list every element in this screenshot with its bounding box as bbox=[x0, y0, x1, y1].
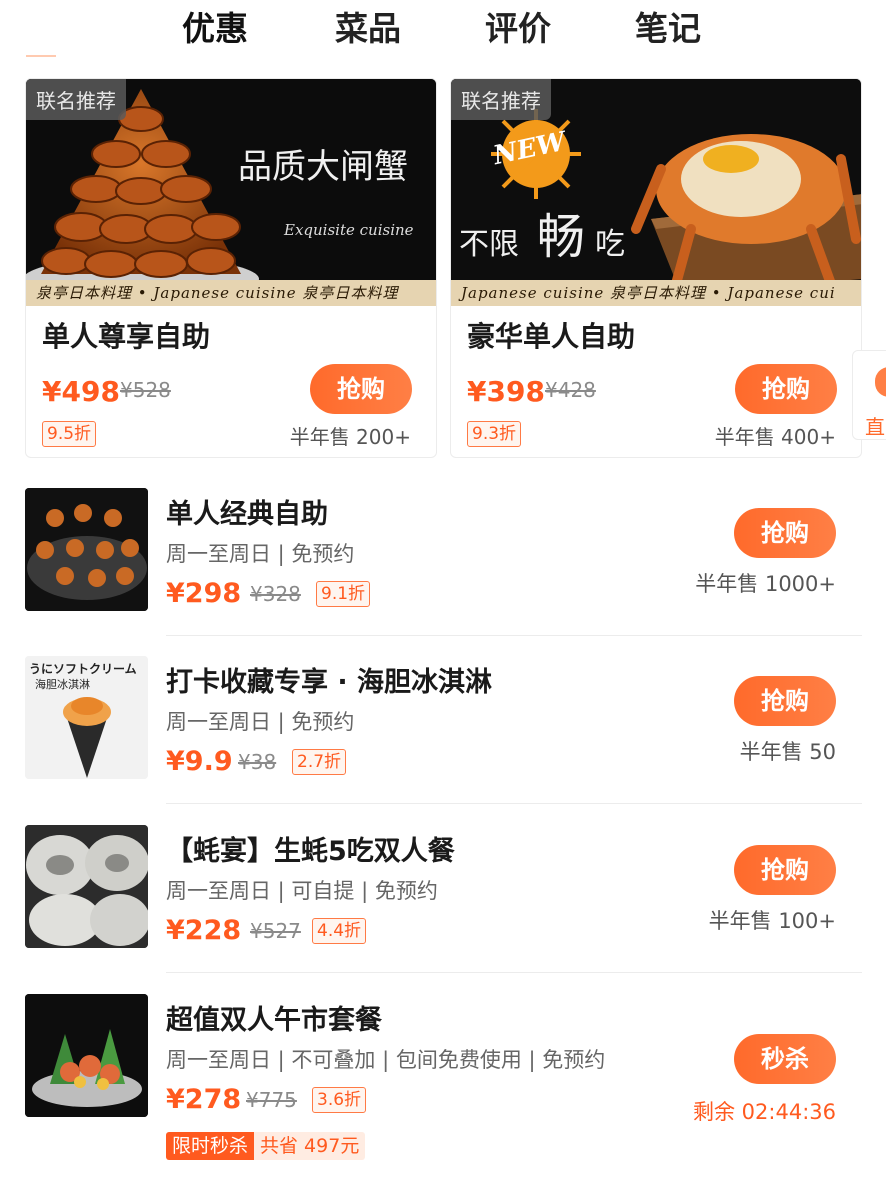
deal-title: 超值双人午市套餐 bbox=[166, 1005, 382, 1036]
sold-count: 半年售 1000+ bbox=[695, 572, 836, 596]
savings-label: 共省 497元 bbox=[254, 1132, 366, 1160]
card-slogan-a: 不限 bbox=[459, 227, 519, 262]
deal-thumbnail bbox=[25, 825, 148, 948]
card-slogan: 品质大闸蟹 bbox=[238, 147, 408, 187]
featured-card-peek[interactable]: 直 bbox=[852, 350, 886, 440]
card-original-price: ¥528 bbox=[120, 378, 171, 402]
deal-original-price: ¥38 bbox=[238, 750, 277, 774]
card-price: ¥398 bbox=[467, 375, 545, 408]
sold-count: 半年售 400+ bbox=[714, 425, 836, 449]
deal-item-sea-urchin-icecream[interactable]: うにソフトクリーム 海胆冰淇淋 打卡收藏专享 · 海胆冰淇淋 周一至周日 | 免… bbox=[0, 648, 886, 816]
deal-price: ¥298 bbox=[166, 578, 242, 609]
deal-price: ¥228 bbox=[166, 915, 242, 946]
card-original-price: ¥428 bbox=[545, 378, 596, 402]
thumb-caption-cn: 海胆冰淇淋 bbox=[35, 678, 90, 691]
tab-dishes[interactable]: 菜品 bbox=[335, 2, 401, 50]
divider bbox=[166, 972, 862, 973]
card-price: ¥498 bbox=[42, 375, 120, 408]
deal-usage-rules: 周一至周日 | 可自提 | 免预约 bbox=[166, 879, 438, 903]
co-brand-badge: 联名推荐 bbox=[26, 79, 126, 120]
tab-bar: 优惠 菜品 评价 笔记 bbox=[0, 0, 886, 60]
discount-badge: 4.4折 bbox=[312, 918, 367, 944]
discount-badge: 9.3折 bbox=[467, 421, 522, 447]
divider bbox=[166, 635, 862, 636]
flash-sale-button[interactable]: 秒杀 bbox=[734, 1034, 836, 1084]
sold-count: 半年售 200+ bbox=[289, 425, 411, 449]
card-slogan-en: Exquisite cuisine bbox=[284, 221, 414, 239]
deal-title: 单人经典自助 bbox=[166, 499, 328, 530]
buy-button[interactable]: 抢购 bbox=[310, 364, 412, 414]
buy-button[interactable]: 抢购 bbox=[734, 508, 836, 558]
deal-item-single-classic[interactable]: 单人经典自助 周一至周日 | 免预约 ¥298 ¥328 9.1折 抢购 半年售… bbox=[0, 480, 886, 648]
deal-thumbnail bbox=[25, 488, 148, 611]
tab-offers[interactable]: 优惠 bbox=[182, 2, 248, 50]
card-slogan-c: 吃 bbox=[595, 227, 625, 262]
co-brand-badge: 联名推荐 bbox=[451, 79, 551, 120]
deal-thumbnail: うにソフトクリーム 海胆冰淇淋 bbox=[25, 656, 148, 779]
peek-button bbox=[875, 367, 886, 397]
sold-count: 半年售 50 bbox=[739, 740, 836, 764]
deal-title: 【蚝宴】生蚝5吃双人餐 bbox=[166, 836, 455, 867]
flash-sale-tag: 限时秒杀 共省 497元 bbox=[166, 1132, 366, 1160]
flash-sale-label: 限时秒杀 bbox=[166, 1132, 255, 1160]
card-title: 单人尊享自助 bbox=[42, 320, 211, 353]
thumb-dark-plate bbox=[25, 488, 148, 611]
card-title: 豪华单人自助 bbox=[467, 320, 636, 353]
deal-thumbnail bbox=[25, 994, 148, 1117]
deal-usage-rules: 周一至周日 | 免预约 bbox=[166, 710, 355, 734]
deal-title: 打卡收藏专享 · 海胆冰淇淋 bbox=[166, 667, 493, 698]
deal-usage-rules: 周一至周日 | 免预约 bbox=[166, 542, 355, 566]
brand-strip: 泉亭日本料理 • Japanese cuisine 泉亭日本料理 bbox=[26, 280, 436, 306]
brand-strip: Japanese cuisine 泉亭日本料理 • Japanese cui bbox=[451, 280, 861, 306]
discount-badge: 2.7折 bbox=[292, 749, 347, 775]
buy-button[interactable]: 抢购 bbox=[734, 676, 836, 726]
buy-button[interactable]: 抢购 bbox=[734, 845, 836, 895]
deal-item-oyster-set[interactable]: 【蚝宴】生蚝5吃双人餐 周一至周日 | 可自提 | 免预约 ¥228 ¥527 … bbox=[0, 817, 886, 985]
featured-card-single-premium[interactable]: 品质大闸蟹 Exquisite cuisine 泉亭日本料理 • Japanes… bbox=[25, 78, 437, 458]
featured-card-deluxe-single[interactable]: NEW 不限 畅 吃 Japanese cuisine 泉亭日本料理 • Jap… bbox=[450, 78, 862, 458]
discount-badge: 9.5折 bbox=[42, 421, 97, 447]
divider bbox=[166, 803, 862, 804]
deal-original-price: ¥527 bbox=[250, 919, 301, 943]
discount-badge: 3.6折 bbox=[312, 1087, 367, 1113]
sold-count: 半年售 100+ bbox=[708, 909, 836, 933]
scroll-mark bbox=[26, 55, 56, 57]
countdown-timer: 剩余 02:44:36 bbox=[693, 1100, 836, 1124]
deal-original-price: ¥328 bbox=[250, 582, 301, 606]
thumb-oysters bbox=[25, 825, 148, 948]
deal-price: ¥9.9 bbox=[166, 746, 233, 777]
thumb-seafood-platter bbox=[25, 994, 148, 1117]
buy-button[interactable]: 抢购 bbox=[735, 364, 837, 414]
card-slogan-b: 畅 bbox=[537, 209, 586, 265]
peek-label: 直 bbox=[865, 415, 885, 439]
tab-notes[interactable]: 笔记 bbox=[635, 2, 701, 50]
tab-reviews[interactable]: 评价 bbox=[485, 2, 551, 50]
discount-badge: 9.1折 bbox=[316, 581, 371, 607]
deal-item-lunch-set[interactable]: 超值双人午市套餐 周一至周日 | 不可叠加 | 包间免费使用 | 免预约 ¥27… bbox=[0, 986, 886, 1181]
deal-usage-rules: 周一至周日 | 不可叠加 | 包间免费使用 | 免预约 bbox=[166, 1048, 606, 1072]
deal-original-price: ¥775 bbox=[246, 1088, 297, 1112]
deal-price: ¥278 bbox=[166, 1084, 242, 1115]
thumb-caption-jp: うにソフトクリーム bbox=[29, 662, 137, 676]
